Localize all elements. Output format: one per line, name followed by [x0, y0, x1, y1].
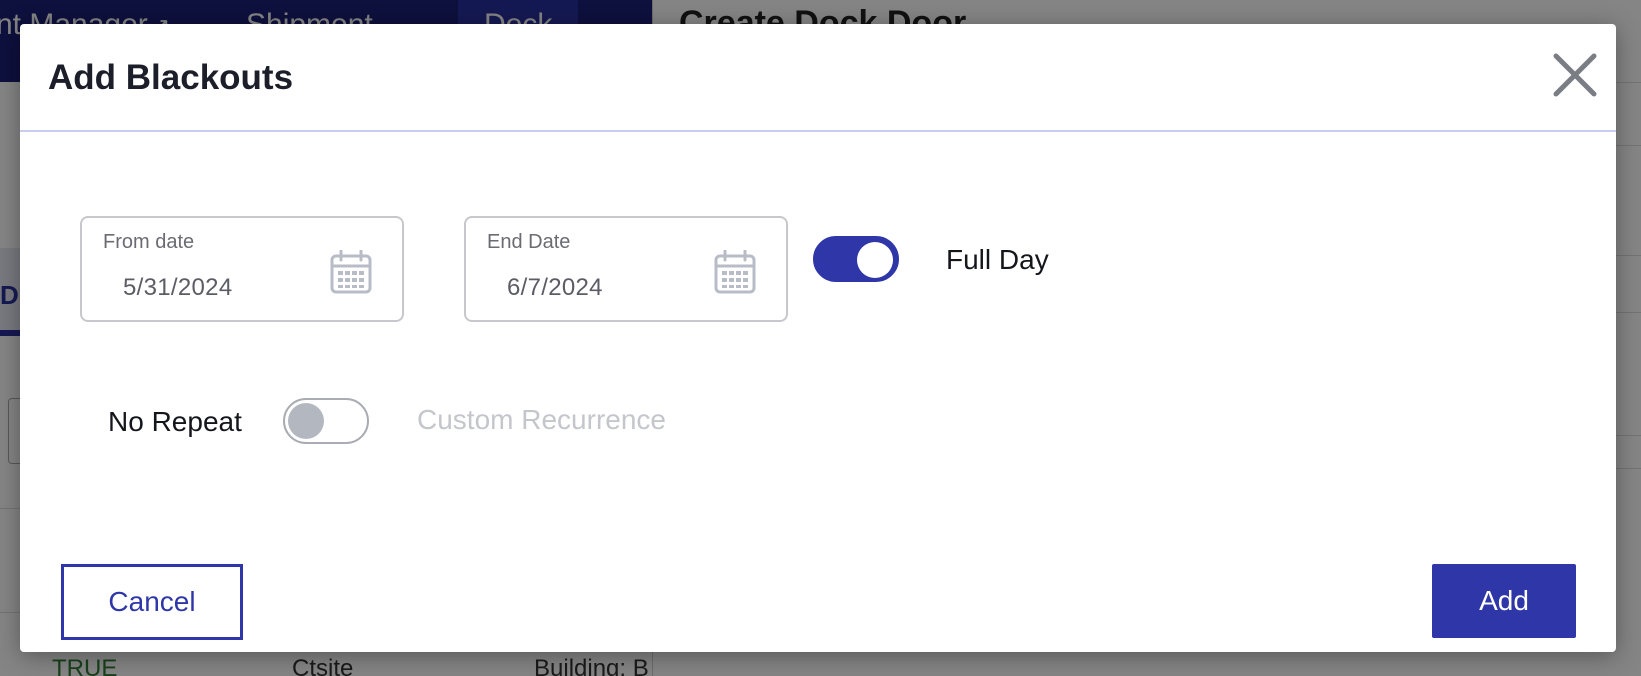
from-date-field[interactable]: From date 5/31/2024: [80, 216, 404, 322]
calendar-icon[interactable]: [714, 250, 756, 294]
calendar-icon[interactable]: [330, 250, 372, 294]
from-date-value: 5/31/2024: [123, 274, 233, 301]
no-repeat-label: No Repeat: [108, 406, 242, 437]
end-date-field[interactable]: End Date 6/7/2024: [464, 216, 788, 322]
dialog-title: Add Blackouts: [48, 58, 294, 97]
add-blackouts-dialog: Add Blackouts From date 5/31/2024 End Da…: [20, 24, 1616, 652]
dialog-header: Add Blackouts: [20, 24, 1616, 132]
end-date-label: End Date: [487, 231, 571, 253]
custom-recurrence-link[interactable]: Custom Recurrence: [417, 404, 666, 436]
full-day-toggle[interactable]: [813, 236, 899, 282]
toggle-knob: [288, 403, 324, 439]
cancel-button[interactable]: Cancel: [61, 564, 243, 640]
full-day-label: Full Day: [946, 244, 1049, 275]
end-date-value: 6/7/2024: [507, 274, 603, 301]
from-date-label: From date: [103, 231, 195, 253]
repeat-toggle[interactable]: [283, 398, 369, 444]
close-icon: [1553, 53, 1597, 97]
toggle-knob: [857, 242, 893, 278]
add-button[interactable]: Add: [1432, 564, 1576, 638]
close-button[interactable]: [1552, 52, 1598, 98]
